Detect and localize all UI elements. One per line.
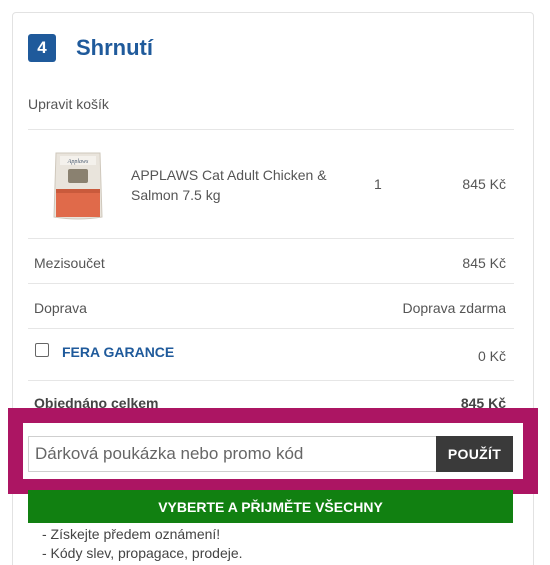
divider — [28, 328, 514, 329]
step-number-badge: 4 — [28, 34, 56, 62]
product-image: Applaws — [53, 152, 103, 220]
product-price: 845 Kč — [462, 176, 506, 192]
product-name: APPLAWS Cat Adult Chicken & Salmon 7.5 k… — [131, 167, 327, 203]
divider — [28, 129, 514, 130]
subtotal-value: 845 Kč — [462, 255, 506, 271]
garance-label[interactable]: FERA GARANCE — [62, 344, 174, 360]
shipping-label: Doprava — [34, 300, 87, 316]
product-quantity: 1 — [374, 176, 382, 192]
summary-title: Shrnutí — [76, 35, 153, 60]
promo-highlight-frame: POUŽÍT — [8, 408, 538, 494]
apply-promo-button[interactable]: POUŽÍT — [436, 436, 513, 472]
promo-form: POUŽÍT — [23, 423, 523, 479]
divider — [28, 283, 514, 284]
garance-value: 0 Kč — [477, 348, 506, 364]
divider — [28, 238, 514, 239]
benefit-item: - Získejte předem oznámení! — [42, 526, 221, 542]
divider — [28, 380, 514, 381]
garance-checkbox[interactable] — [35, 343, 49, 357]
subtotal-label: Mezisoučet — [34, 255, 105, 271]
accept-all-button[interactable]: VYBERTE A PŘIJMĚTE VŠECHNY — [28, 490, 513, 523]
promo-code-input[interactable] — [28, 436, 437, 472]
shipping-value: Doprava zdarma — [402, 300, 507, 316]
benefit-item: - Kódy slev, propagace, prodeje. — [42, 545, 243, 561]
edit-cart-link[interactable]: Upravit košík — [28, 96, 109, 112]
summary-header: 4 Shrnutí — [28, 34, 153, 62]
product-brand-text: Applaws — [67, 159, 89, 165]
